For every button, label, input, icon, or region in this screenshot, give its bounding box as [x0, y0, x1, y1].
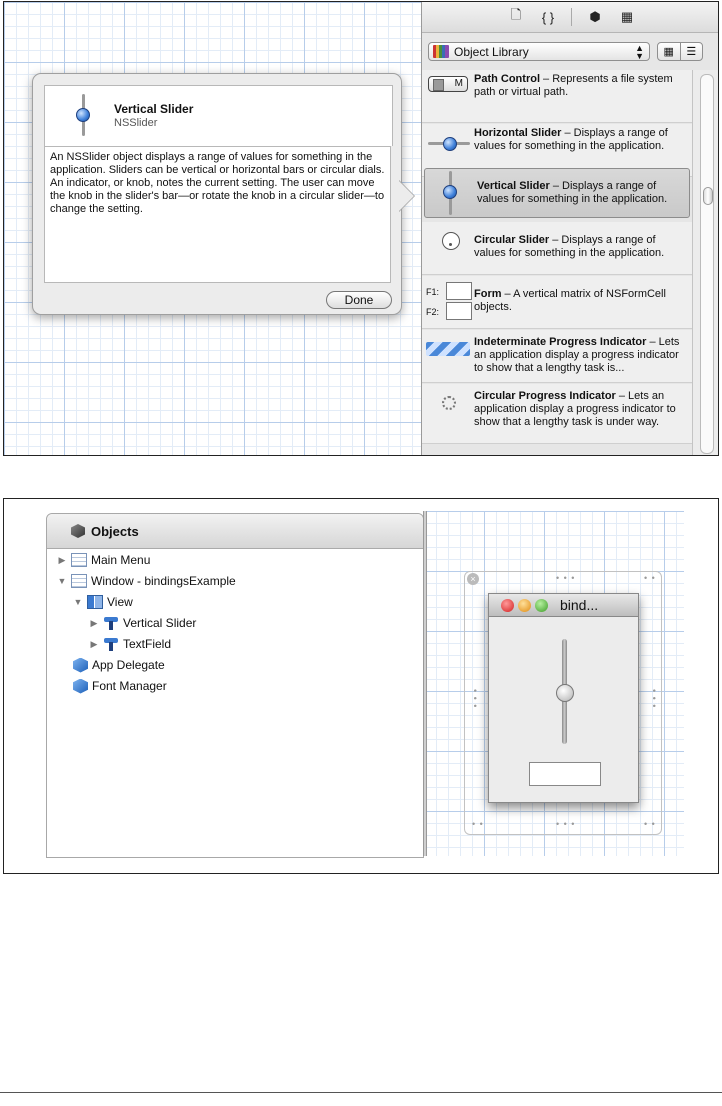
library-item[interactable]: Indeterminate Progress Indicator – Lets … — [422, 330, 692, 383]
figure-object-library: Vertical Slider NSSlider An NSSlider obj… — [3, 1, 719, 456]
window-icon — [71, 574, 87, 588]
split-view-divider[interactable] — [423, 511, 427, 856]
inspector-toolbar: 🗋 { } ⬢ ▦ — [422, 2, 718, 33]
object-cube-icon — [73, 678, 88, 694]
tree-item-label: Window - bindingsExample — [91, 574, 236, 588]
library-panel: 🗋 { } ⬢ ▦ Object Library ▲ ▼ ▦ ☰ M Path C… — [421, 2, 718, 455]
object-cube-icon — [73, 657, 88, 673]
window-title: bind... — [560, 597, 599, 613]
view-mode-toggle: ▦ ☰ — [657, 42, 703, 61]
library-selector-label: Object Library — [454, 44, 529, 59]
film-icon[interactable]: ▦ — [618, 8, 636, 26]
item-title: Indeterminate Progress Indicator — [474, 336, 647, 348]
grid-view-icon[interactable]: ▦ — [658, 43, 680, 60]
objects-panel: Objects ▶ Main Menu ▼ Window - bindingsE… — [46, 513, 424, 858]
popover-description: An NSSlider object displays a range of v… — [44, 146, 391, 283]
cube-icon — [71, 524, 85, 538]
books-icon — [433, 45, 449, 58]
resize-handle-icon[interactable]: • • • — [556, 573, 575, 583]
item-title: Path Control — [474, 73, 540, 85]
resize-handle-icon[interactable]: • • — [644, 819, 656, 829]
item-title: Circular Slider — [474, 234, 550, 246]
updown-arrows-icon: ▲ ▼ — [635, 42, 644, 61]
view-icon — [87, 595, 103, 609]
item-title: Vertical Slider — [477, 180, 550, 192]
popover-arrow — [398, 180, 414, 212]
item-title: Horizontal Slider — [474, 127, 562, 139]
disclosure-triangle-icon[interactable]: ▼ — [57, 576, 67, 586]
path-control-icon: M — [422, 70, 474, 110]
disclosure-triangle-icon[interactable]: ▼ — [73, 597, 83, 607]
popover-title: Vertical Slider — [114, 102, 194, 116]
horizontal-slider-icon — [422, 124, 474, 164]
popover-header: Vertical Slider NSSlider — [44, 85, 393, 146]
file-icon[interactable]: 🗋 — [507, 7, 525, 26]
toolbar-separator — [571, 8, 572, 26]
indeterminate-progress-icon — [422, 330, 474, 370]
spinner-icon — [422, 384, 474, 424]
library-item[interactable]: Circular Slider – Displays a range of va… — [422, 222, 692, 275]
list-view-icon[interactable]: ☰ — [679, 43, 703, 60]
form-icon: F1: F2: — [422, 276, 474, 320]
braces-icon[interactable]: { } — [539, 8, 557, 26]
tree-item-label: Font Manager — [92, 679, 167, 693]
library-item[interactable]: Circular Progress Indicator – Lets an ap… — [422, 384, 692, 444]
scroll-thumb[interactable] — [703, 187, 713, 205]
page-rule — [0, 1092, 722, 1093]
resize-handle-icon[interactable]: • • — [644, 573, 656, 583]
minimize-button[interactable] — [518, 598, 531, 612]
vertical-slider-knob[interactable] — [556, 684, 574, 702]
popover-subtitle: NSSlider — [114, 117, 158, 129]
vertical-slider-icon — [425, 169, 477, 215]
figure-objects-outline: Objects ▶ Main Menu ▼ Window - bindingsE… — [3, 498, 719, 874]
cube-icon[interactable]: ⬢ — [586, 8, 604, 26]
resize-handle-icon[interactable]: • • — [472, 819, 484, 829]
tree-item-font-manager[interactable]: Font Manager — [73, 676, 167, 696]
resize-handle-icon[interactable]: • • • — [556, 819, 575, 829]
objects-header: Objects — [91, 523, 139, 539]
tree-item-label: View — [107, 595, 133, 609]
library-item[interactable]: F1: F2: Form – A vertical matrix of NSFo… — [422, 276, 692, 329]
item-description: – A vertical matrix of NSFormCell object… — [474, 288, 666, 313]
disclosure-triangle-icon[interactable]: ▶ — [57, 555, 67, 566]
tree-item-label: Vertical Slider — [123, 616, 197, 630]
tree-item-label: App Delegate — [92, 658, 165, 672]
library-scrollbar[interactable] — [692, 70, 718, 455]
done-button[interactable]: Done — [326, 291, 392, 309]
menu-icon — [71, 553, 87, 567]
library-list: M Path Control – Represents a file syste… — [422, 70, 692, 455]
resize-handle-icon[interactable]: • • • — [470, 689, 480, 708]
resize-handle-icon[interactable]: • • • — [649, 689, 659, 708]
library-item-selected[interactable]: Vertical Slider – Displays a range of va… — [424, 168, 690, 218]
circular-slider-icon — [422, 222, 474, 262]
disclosure-triangle-icon[interactable]: ▶ — [89, 639, 99, 650]
window-titlebar: bind... — [489, 594, 638, 617]
text-field[interactable] — [529, 762, 601, 786]
tree-item-vertical-slider[interactable]: ▶ Vertical Slider — [89, 613, 196, 633]
tree-item-main-menu[interactable]: ▶ Main Menu — [57, 550, 150, 570]
tree-item-label: TextField — [123, 637, 172, 651]
tree-item-textfield[interactable]: ▶ TextField — [89, 634, 171, 654]
library-selector[interactable]: Object Library ▲ ▼ — [428, 42, 650, 61]
library-item[interactable]: M Path Control – Represents a file syste… — [422, 70, 692, 123]
close-button[interactable] — [501, 598, 514, 612]
tree-item-label: Main Menu — [91, 553, 151, 567]
item-title: Form — [474, 288, 502, 300]
item-title: Circular Progress Indicator — [474, 390, 616, 402]
disclosure-triangle-icon[interactable]: ▶ — [89, 618, 99, 629]
control-icon — [103, 616, 119, 630]
zoom-button[interactable] — [535, 598, 548, 612]
tree-item-view[interactable]: ▼ View — [73, 592, 133, 612]
control-icon — [103, 637, 119, 651]
help-popover: Vertical Slider NSSlider An NSSlider obj… — [32, 73, 402, 315]
close-icon[interactable]: × — [467, 573, 479, 585]
tree-item-window[interactable]: ▼ Window - bindingsExample — [57, 571, 236, 591]
preview-window: bind... — [488, 593, 639, 803]
tree-item-app-delegate[interactable]: App Delegate — [73, 655, 165, 675]
